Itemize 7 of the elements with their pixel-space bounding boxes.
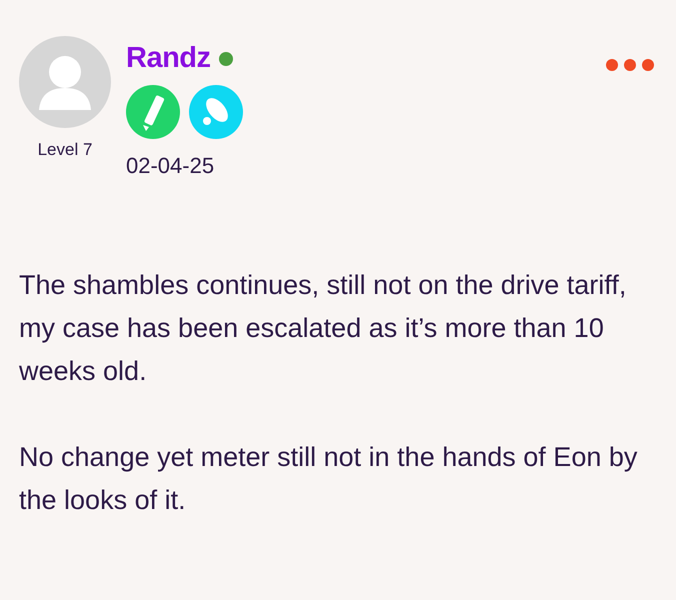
post-paragraph: No change yet meter still not in the hands of Eon by the looks of it. (19, 441, 638, 517)
post-date: 02-04-25 (126, 153, 216, 179)
more-options-icon[interactable] (605, 58, 655, 72)
avatar-icon (19, 36, 111, 128)
username[interactable]: Randz (126, 42, 210, 75)
post-paragraph: The shambles continues, still not on the drive tariff, my case has been escalated as it’s more than 10 weeks old. (19, 269, 628, 388)
user-level: Level 7 (38, 140, 92, 160)
